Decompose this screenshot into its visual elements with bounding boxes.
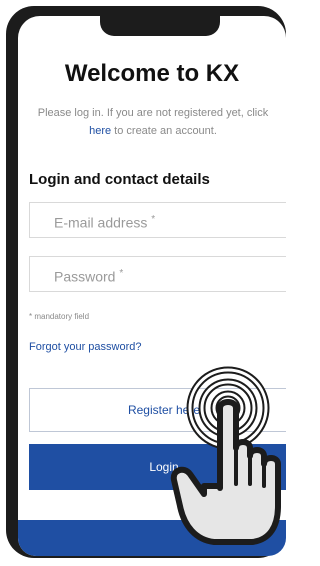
register-here-link[interactable]: here bbox=[89, 125, 111, 137]
password-placeholder: Password bbox=[54, 268, 116, 285]
password-required-marker: * bbox=[119, 268, 124, 279]
mandatory-note: * mandatory field bbox=[29, 312, 90, 321]
intro-text-tail: to create an account. bbox=[114, 125, 217, 137]
email-placeholder: E-mail address bbox=[54, 214, 148, 231]
forgot-password-link[interactable]: Forgot your password? bbox=[29, 341, 142, 353]
footer-band bbox=[18, 520, 286, 556]
phone-screen: Welcome to KX Please log in. If you are … bbox=[18, 16, 286, 556]
intro-text: Please log in. If you are not registered… bbox=[24, 104, 282, 140]
phone-frame: Welcome to KX Please log in. If you are … bbox=[6, 6, 286, 558]
email-field[interactable]: E-mail address * bbox=[29, 202, 286, 238]
page-title: Welcome to KX bbox=[64, 60, 240, 87]
login-button[interactable]: Login bbox=[29, 444, 286, 490]
email-required-marker: * bbox=[151, 214, 156, 225]
register-button[interactable]: Register here bbox=[29, 388, 286, 432]
section-title: Login and contact details bbox=[29, 171, 210, 188]
intro-text-lead: Please log in. If you are not registered… bbox=[37, 107, 269, 119]
phone-notch bbox=[100, 16, 220, 36]
password-field[interactable]: Password * bbox=[29, 256, 286, 292]
